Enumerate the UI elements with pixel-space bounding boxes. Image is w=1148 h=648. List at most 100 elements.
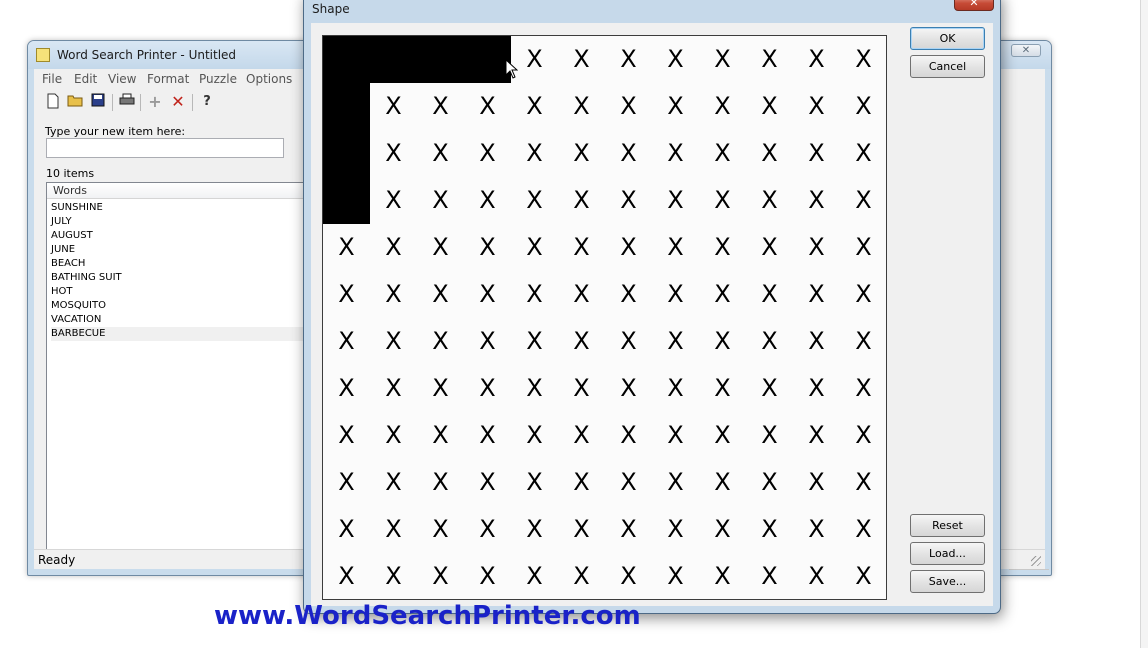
grid-cell[interactable]: X [746,412,793,459]
grid-cell[interactable]: X [464,271,511,318]
grid-cell[interactable]: X [511,318,558,365]
new-file-icon[interactable] [44,93,62,111]
grid-cell[interactable]: X [605,36,652,83]
grid-cell[interactable]: X [323,318,370,365]
list-item[interactable]: VACATION [51,313,315,327]
grid-cell[interactable]: X [699,177,746,224]
grid-cell[interactable]: X [417,365,464,412]
open-folder-icon[interactable] [66,93,84,111]
grid-cell[interactable]: X [370,318,417,365]
list-item[interactable]: BARBECUE [51,327,315,341]
grid-cell[interactable]: X [511,83,558,130]
grid-cell[interactable] [464,36,511,83]
print-icon[interactable] [118,93,136,111]
grid-cell[interactable] [323,177,370,224]
grid-cell[interactable]: X [652,83,699,130]
grid-cell[interactable]: X [652,177,699,224]
grid-cell[interactable]: X [699,130,746,177]
grid-cell[interactable]: X [699,365,746,412]
grid-cell[interactable]: X [370,130,417,177]
grid-cell[interactable]: X [558,365,605,412]
grid-cell[interactable]: X [464,177,511,224]
grid-cell[interactable]: X [558,412,605,459]
grid-cell[interactable]: X [699,459,746,506]
grid-cell[interactable]: X [323,365,370,412]
grid-cell[interactable]: X [464,412,511,459]
grid-cell[interactable]: X [417,83,464,130]
grid-cell[interactable]: X [605,130,652,177]
grid-cell[interactable]: X [605,224,652,271]
grid-cell[interactable]: X [464,130,511,177]
grid-cell[interactable]: X [840,318,887,365]
grid-cell[interactable]: X [840,271,887,318]
grid-cell[interactable]: X [652,130,699,177]
grid-cell[interactable]: X [370,459,417,506]
grid-cell[interactable]: X [605,271,652,318]
grid-cell[interactable]: X [370,271,417,318]
grid-cell[interactable]: X [746,318,793,365]
load-button[interactable]: Load... [910,542,985,565]
grid-cell[interactable]: X [746,83,793,130]
grid-cell[interactable]: X [558,177,605,224]
grid-cell[interactable]: X [464,365,511,412]
grid-cell[interactable]: X [370,224,417,271]
resize-grip-icon[interactable] [1031,556,1041,566]
grid-cell[interactable]: X [558,459,605,506]
menu-format[interactable]: Format [147,72,189,86]
grid-cell[interactable]: X [699,224,746,271]
grid-cell[interactable]: X [464,224,511,271]
grid-cell[interactable]: X [746,271,793,318]
reset-button[interactable]: Reset [910,514,985,537]
grid-cell[interactable]: X [605,459,652,506]
grid-cell[interactable]: X [370,83,417,130]
grid-cell[interactable]: X [605,83,652,130]
grid-cell[interactable] [370,36,417,83]
grid-cell[interactable]: X [605,506,652,553]
grid-cell[interactable]: X [605,177,652,224]
save-button[interactable]: Save... [910,570,985,593]
grid-cell[interactable]: X [652,412,699,459]
grid-cell[interactable]: X [840,83,887,130]
grid-cell[interactable]: X [699,318,746,365]
grid-cell[interactable]: X [652,271,699,318]
menu-edit[interactable]: Edit [74,72,97,86]
grid-cell[interactable]: X [323,224,370,271]
dialog-close-button[interactable]: ✕ [954,0,994,11]
grid-cell[interactable]: X [323,506,370,553]
grid-cell[interactable]: X [323,271,370,318]
grid-cell[interactable]: X [793,459,840,506]
shape-grid[interactable]: XXXXXXXXXXXXXXXXXXXXXXXXXXXXXXXXXXXXXXXX… [322,35,887,600]
grid-cell[interactable]: X [699,83,746,130]
grid-cell[interactable]: X [652,365,699,412]
grid-cell[interactable]: X [652,318,699,365]
grid-cell[interactable]: X [558,130,605,177]
grid-cell[interactable]: X [323,553,370,600]
grid-cell[interactable]: X [464,83,511,130]
grid-cell[interactable]: X [417,553,464,600]
grid-cell[interactable]: X [840,36,887,83]
grid-cell[interactable]: X [793,224,840,271]
grid-cell[interactable]: X [840,553,887,600]
list-item[interactable]: AUGUST [51,229,315,243]
list-item[interactable]: JUNE [51,243,315,257]
grid-cell[interactable]: X [417,506,464,553]
grid-cell[interactable]: X [793,271,840,318]
grid-cell[interactable]: X [511,130,558,177]
grid-cell[interactable]: X [464,459,511,506]
grid-cell[interactable]: X [323,459,370,506]
grid-cell[interactable]: X [511,224,558,271]
grid-cell[interactable]: X [417,318,464,365]
grid-cell[interactable]: X [840,130,887,177]
menu-options[interactable]: Options [246,72,292,86]
grid-cell[interactable] [417,36,464,83]
grid-cell[interactable]: X [746,36,793,83]
grid-cell[interactable]: X [558,36,605,83]
grid-cell[interactable]: X [464,318,511,365]
grid-cell[interactable]: X [417,177,464,224]
grid-cell[interactable]: X [370,365,417,412]
grid-cell[interactable]: X [699,271,746,318]
main-close-button[interactable]: ✕ [1011,44,1041,57]
grid-cell[interactable]: X [746,553,793,600]
list-item[interactable]: BATHING SUIT [51,271,315,285]
list-item[interactable]: HOT [51,285,315,299]
